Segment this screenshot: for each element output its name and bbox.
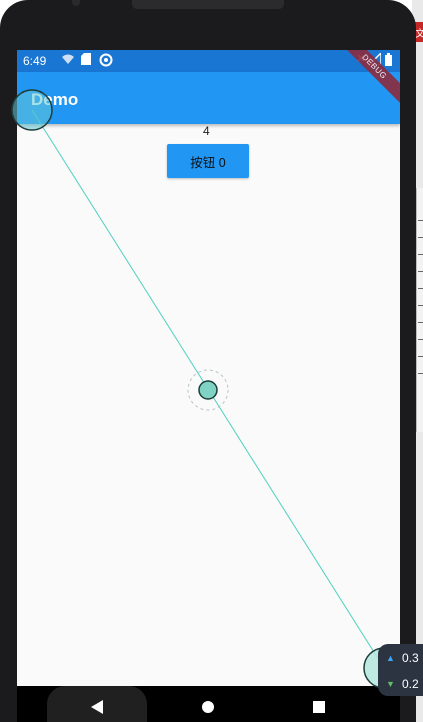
app-bar: Demo (17, 72, 400, 124)
upload-speed: 0.3 (402, 651, 419, 665)
back-icon[interactable] (91, 700, 103, 714)
desktop-text-lines (418, 220, 423, 390)
wifi-icon (61, 53, 75, 68)
sd-card-icon (81, 53, 91, 68)
recents-icon[interactable] (313, 701, 325, 713)
speaker-grille (132, 0, 284, 9)
navigation-bar (17, 686, 400, 722)
phone-frame: 6:49 Demo DEBUG 4 按钮 0 (0, 0, 416, 722)
arrow-up-icon: ▲ (386, 653, 395, 663)
app-screen: 6:49 Demo DEBUG 4 按钮 0 (17, 50, 400, 686)
counter-text: 4 (203, 124, 210, 138)
status-time: 6:49 (23, 54, 47, 68)
counter-button[interactable]: 按钮 0 (167, 144, 249, 178)
camera-icon (72, 0, 80, 6)
home-icon[interactable] (202, 701, 214, 713)
app-title: Demo (31, 90, 79, 109)
arrow-down-icon: ▼ (386, 679, 395, 689)
download-speed: 0.2 (402, 677, 419, 691)
network-speed-widget: ▲ 0.3 ▼ 0.2 (378, 644, 423, 696)
status-bar: 6:49 (17, 50, 400, 72)
battery-icon (385, 53, 392, 69)
sync-icon (99, 53, 113, 70)
